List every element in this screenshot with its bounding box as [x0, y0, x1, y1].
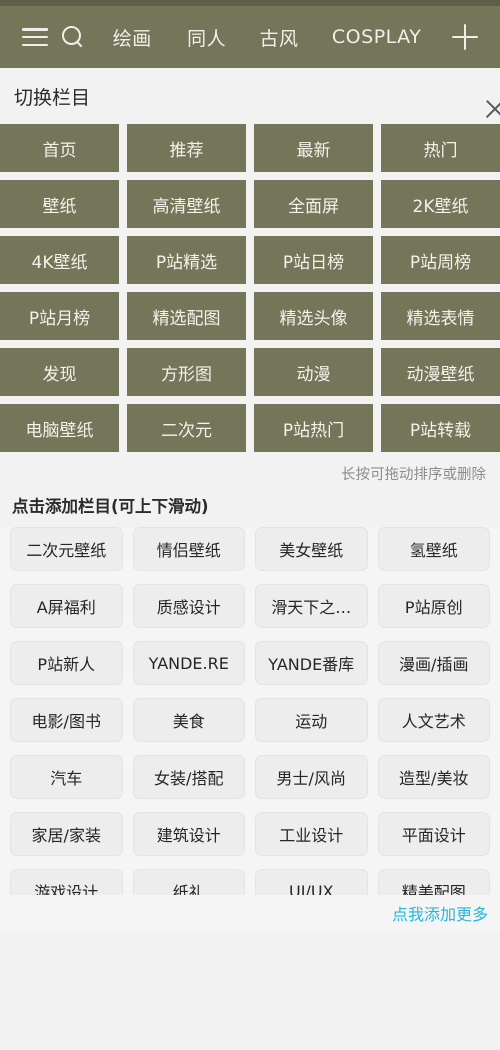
available-columns-grid: 二次元壁纸 情侣壁纸 美女壁纸 氢壁纸 A屏福利 质感设计 滑天下之… P站原创 P站新人 YAN… [10, 527, 490, 895]
available-column-chip[interactable]: 情侣壁纸 [132, 527, 245, 571]
available-column-chip[interactable]: 美食 [132, 698, 245, 742]
available-column-chip[interactable]: 精美配图 [377, 869, 490, 895]
selected-columns-grid: 首页 推荐 最新 热门壁纸 高清壁纸 全面屏 2K壁纸 4K壁纸 P站精选 P站日榜 P站周榜 P站月… [0, 124, 500, 452]
nav-tab-list: 绘画 同人 古风 COSPLAY [92, 24, 446, 51]
available-column-chip[interactable]: YANDE番库 [255, 641, 368, 685]
available-column-chip[interactable]: 漫画/插画 [377, 641, 490, 685]
available-column-chip[interactable]: 美女壁纸 [255, 527, 368, 571]
nav-tab-1[interactable]: 同人 [187, 24, 226, 51]
available-column-chip[interactable]: YANDE.RE [132, 641, 245, 685]
drag-hint: 长按可拖动排序或删除 [341, 467, 486, 483]
selected-column-tile[interactable]: 热门 [381, 124, 500, 172]
selected-column-tile[interactable]: 壁纸 [0, 180, 119, 228]
available-column-chip[interactable]: 纸礼 [132, 869, 245, 895]
available-column-chip[interactable]: UI/UX [255, 869, 368, 895]
available-column-chip[interactable]: 人文艺术 [377, 698, 490, 742]
panel-header: 切换栏目 [0, 68, 500, 124]
plus-icon [452, 24, 478, 50]
selected-column-tile[interactable]: 精选头像 [254, 292, 373, 340]
available-column-chip[interactable]: 家居/家装 [10, 812, 123, 856]
available-column-chip[interactable]: 造型/美妆 [377, 755, 490, 799]
column-switcher-panel: 切换栏目 首页 推荐 最新 热门 壁纸 高清壁纸 全面屏 2K壁纸 4K壁纸 P站精选 P站日榜 P站… [0, 68, 500, 1050]
available-column-chip[interactable]: 建筑设计 [132, 812, 245, 856]
available-column-chip[interactable]: 电影/图书 [10, 698, 123, 742]
nav-tab-2[interactable]: 古风 [260, 24, 299, 51]
add-column-button[interactable] [446, 18, 484, 56]
available-column-chip[interactable]: 汽车 [10, 755, 123, 799]
search-button[interactable] [54, 18, 92, 56]
nav-tab-0[interactable]: 绘画 [113, 24, 152, 51]
selected-column-tile[interactable]: 高清壁纸 [127, 180, 246, 228]
available-column-chip[interactable]: 运动 [255, 698, 368, 742]
selected-column-tile[interactable]: 方形图 [127, 348, 246, 396]
selected-column-tile[interactable]: 最新 [254, 124, 373, 172]
top-navigation-bar: 绘画 同人 古风 COSPLAY [0, 6, 500, 68]
menu-button[interactable] [16, 18, 54, 56]
available-column-chip[interactable]: 滑天下之… [255, 584, 368, 628]
selected-column-tile[interactable]: 首页 [0, 124, 119, 172]
hamburger-icon [22, 28, 48, 46]
available-column-chip[interactable]: 质感设计 [132, 584, 245, 628]
selected-column-tile[interactable]: 2K壁纸 [381, 180, 500, 228]
available-columns-scroll[interactable]: 二次元壁纸 情侣壁纸 美女壁纸 氢壁纸 A屏福利 质感设计 滑天下之… P站原创 P站新人 YAN… [0, 527, 500, 895]
available-column-chip[interactable]: 工业设计 [255, 812, 368, 856]
selected-column-tile[interactable]: 全面屏 [254, 180, 373, 228]
add-more-link[interactable]: 点我添加更多 [0, 895, 500, 933]
selected-column-tile[interactable]: P站精选 [127, 236, 246, 284]
nav-tab-3[interactable]: COSPLAY [332, 26, 421, 48]
available-column-chip[interactable]: P站原创 [377, 584, 490, 628]
selected-column-tile[interactable]: 4K壁纸 [0, 236, 119, 284]
available-columns-wrap: 二次元壁纸 情侣壁纸 美女壁纸 氢壁纸 A屏福利 质感设计 滑天下之… P站原创 P站新人 YAN… [0, 527, 500, 895]
add-section-title: 点击添加栏目(可上下滑动) [12, 497, 209, 516]
available-column-chip[interactable]: 氢壁纸 [377, 527, 490, 571]
selected-column-tile[interactable]: P站日榜 [254, 236, 373, 284]
selected-column-tile[interactable]: 精选配图 [127, 292, 246, 340]
selected-column-tile[interactable]: P站月榜 [0, 292, 119, 340]
selected-column-tile[interactable]: 推荐 [127, 124, 246, 172]
selected-column-tile[interactable]: 精选表情 [381, 292, 500, 340]
panel-title: 切换栏目 [14, 86, 91, 109]
selected-column-tile[interactable]: 二次元 [127, 404, 246, 452]
app-root: 【刘诗诗】【美图】| 欧米茄 K仔分享 [0, 0, 500, 1050]
available-column-chip[interactable]: A屏福利 [10, 584, 123, 628]
available-column-chip[interactable]: 男士/风尚 [255, 755, 368, 799]
selected-column-tile[interactable]: P站转载 [381, 404, 500, 452]
available-column-chip[interactable]: 平面设计 [377, 812, 490, 856]
available-column-chip[interactable]: 二次元壁纸 [10, 527, 123, 571]
search-icon [61, 25, 85, 49]
selected-column-tile[interactable]: 电脑壁纸 [0, 404, 119, 452]
selected-column-tile[interactable]: P站热门 [254, 404, 373, 452]
available-column-chip[interactable]: 女装/搭配 [132, 755, 245, 799]
available-column-chip[interactable]: 游戏设计 [10, 869, 123, 895]
selected-column-tile[interactable]: 发现 [0, 348, 119, 396]
selected-column-tile[interactable]: 动漫壁纸 [381, 348, 500, 396]
selected-column-tile[interactable]: 动漫 [254, 348, 373, 396]
available-column-chip[interactable]: P站新人 [10, 641, 123, 685]
selected-column-tile[interactable]: P站周榜 [381, 236, 500, 284]
